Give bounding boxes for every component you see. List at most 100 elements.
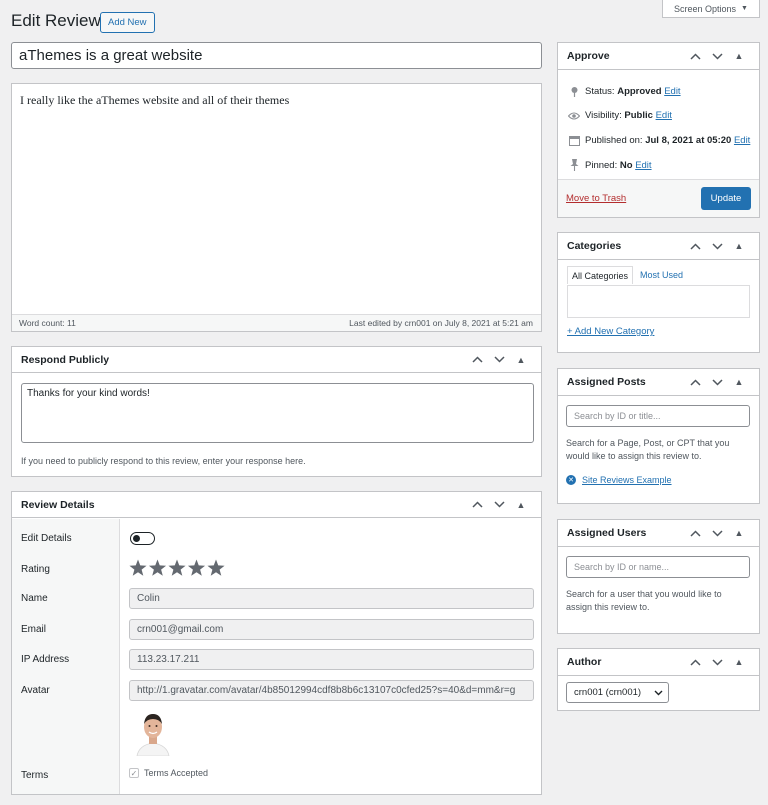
move-up-icon[interactable] bbox=[684, 529, 706, 537]
move-down-icon[interactable] bbox=[706, 378, 728, 386]
terms-checkbox[interactable]: ✓ Terms Accepted bbox=[129, 768, 208, 778]
approve-header: Approve ▲ bbox=[558, 43, 759, 70]
response-textarea[interactable]: Thanks for your kind words! bbox=[21, 383, 534, 443]
toggle-panel-icon[interactable]: ▲ bbox=[510, 500, 532, 510]
published-edit-link[interactable]: Edit bbox=[734, 135, 750, 146]
author-title: Author bbox=[567, 656, 602, 668]
details-title: Review Details bbox=[21, 498, 95, 511]
star-icon[interactable] bbox=[129, 559, 147, 576]
move-down-icon[interactable] bbox=[488, 356, 510, 363]
edit-details-toggle[interactable] bbox=[130, 532, 155, 545]
status-value: Approved bbox=[617, 86, 662, 97]
author-select[interactable]: crn001 (crn001) bbox=[566, 682, 669, 703]
users-header: Assigned Users ▲ bbox=[558, 520, 759, 547]
checkmark-icon: ✓ bbox=[129, 768, 139, 778]
author-box: Author ▲ crn001 (crn001) bbox=[557, 648, 760, 711]
respond-header: Respond Publicly ▲ bbox=[12, 347, 541, 373]
update-button[interactable]: Update bbox=[701, 187, 751, 210]
screen-options-button[interactable]: Screen Options ▼ bbox=[662, 0, 760, 18]
content-editor[interactable]: I really like the aThemes website and al… bbox=[11, 83, 542, 332]
move-up-icon[interactable] bbox=[684, 52, 706, 60]
move-up-icon[interactable] bbox=[684, 658, 706, 666]
posts-header: Assigned Posts ▲ bbox=[558, 369, 759, 396]
move-down-icon[interactable] bbox=[706, 529, 728, 537]
move-up-icon[interactable] bbox=[684, 378, 706, 386]
ip-field[interactable]: 113.23.17.211 bbox=[129, 649, 534, 670]
page-title: Edit Review bbox=[11, 11, 101, 30]
review-details-box: Review Details ▲ Edit Details Rating Nam… bbox=[11, 491, 542, 795]
published-value: Jul 8, 2021 at 05:20 bbox=[645, 135, 732, 146]
remove-circle-icon[interactable]: ✕ bbox=[566, 475, 576, 485]
status-row: Status: Approved Edit bbox=[567, 86, 681, 97]
site-reviews-example-link[interactable]: Site Reviews Example bbox=[582, 475, 672, 485]
categories-header: Categories ▲ bbox=[558, 233, 759, 260]
star-rating[interactable] bbox=[129, 559, 229, 577]
name-label: Name bbox=[21, 593, 48, 604]
move-up-icon[interactable] bbox=[684, 242, 706, 250]
screen-options-label: Screen Options bbox=[674, 3, 737, 14]
add-new-button[interactable]: Add New bbox=[100, 12, 155, 33]
star-icon[interactable] bbox=[187, 559, 206, 576]
visibility-label: Visibility: bbox=[585, 110, 622, 121]
respond-title: Respond Publicly bbox=[21, 353, 110, 366]
name-value: Colin bbox=[137, 593, 160, 604]
calendar-icon bbox=[567, 135, 581, 146]
avatar-label: Avatar bbox=[21, 685, 50, 696]
author-header: Author ▲ bbox=[558, 649, 759, 676]
chevron-down-icon bbox=[654, 690, 663, 695]
posts-search-input[interactable]: Search by ID or title... bbox=[566, 405, 750, 427]
star-icon[interactable] bbox=[168, 559, 186, 576]
users-search-input[interactable]: Search by ID or name... bbox=[566, 556, 750, 578]
tab-most-used[interactable]: Most Used bbox=[640, 270, 683, 280]
move-down-icon[interactable] bbox=[706, 658, 728, 666]
visibility-edit-link[interactable]: Edit bbox=[656, 110, 672, 121]
avatar-url-field[interactable]: http://1.gravatar.com/avatar/4b85012994c… bbox=[129, 680, 534, 701]
major-actions: Move to Trash Update bbox=[558, 179, 759, 217]
toggle-panel-icon[interactable]: ▲ bbox=[728, 241, 750, 251]
category-list bbox=[567, 285, 750, 318]
last-edited: Last edited by crn001 on July 8, 2021 at… bbox=[349, 318, 533, 328]
status-edit-link[interactable]: Edit bbox=[664, 86, 680, 97]
approve-title: Approve bbox=[567, 50, 610, 62]
users-title: Assigned Users bbox=[567, 527, 647, 539]
terms-value: Terms Accepted bbox=[144, 768, 209, 778]
star-icon[interactable] bbox=[148, 559, 167, 576]
toggle-panel-icon[interactable]: ▲ bbox=[728, 51, 750, 61]
move-up-icon[interactable] bbox=[466, 356, 488, 363]
move-down-icon[interactable] bbox=[488, 501, 510, 508]
author-selected: crn001 (crn001) bbox=[574, 687, 642, 698]
posts-help: Search for a Page, Post, or CPT that you… bbox=[566, 438, 730, 461]
toggle-panel-icon[interactable]: ▲ bbox=[728, 657, 750, 667]
email-label: Email bbox=[21, 624, 47, 635]
name-field[interactable]: Colin bbox=[129, 588, 534, 609]
assigned-post-item: ✕ Site Reviews Example bbox=[566, 475, 672, 485]
move-down-icon[interactable] bbox=[706, 242, 728, 250]
edit-details-label: Edit Details bbox=[21, 533, 72, 544]
toggle-panel-icon[interactable]: ▲ bbox=[728, 528, 750, 538]
respond-publicly-box: Respond Publicly ▲ Thanks for your kind … bbox=[11, 346, 542, 477]
move-up-icon[interactable] bbox=[466, 501, 488, 508]
email-field[interactable]: crn001@gmail.com bbox=[129, 619, 534, 640]
eye-icon bbox=[567, 111, 581, 120]
title-input[interactable]: aThemes is a great website bbox=[11, 42, 542, 69]
toggle-panel-icon[interactable]: ▲ bbox=[728, 377, 750, 387]
add-category-link[interactable]: + Add New Category bbox=[567, 326, 654, 337]
details-header: Review Details ▲ bbox=[12, 492, 541, 518]
assigned-posts-box: Assigned Posts ▲ Search by ID or title..… bbox=[557, 368, 760, 504]
assigned-users-box: Assigned Users ▲ Search by ID or name...… bbox=[557, 519, 760, 634]
pinned-edit-link[interactable]: Edit bbox=[635, 160, 651, 171]
tab-all-categories[interactable]: All Categories bbox=[567, 266, 634, 284]
avatar bbox=[132, 709, 174, 756]
categories-title: Categories bbox=[567, 240, 622, 252]
status-bar: Word count: 11 Last edited by crn001 on … bbox=[12, 314, 541, 331]
content-text: I really like the aThemes website and al… bbox=[20, 93, 290, 107]
move-down-icon[interactable] bbox=[706, 52, 728, 60]
terms-label: Terms bbox=[21, 770, 49, 781]
users-help: Search for a user that you would like to… bbox=[566, 589, 722, 612]
rating-label: Rating bbox=[21, 564, 50, 575]
avatar-url-value: http://1.gravatar.com/avatar/4b85012994c… bbox=[137, 685, 516, 696]
toggle-panel-icon[interactable]: ▲ bbox=[510, 355, 532, 365]
star-icon[interactable] bbox=[207, 559, 225, 576]
move-to-trash-link[interactable]: Move to Trash bbox=[566, 193, 626, 204]
visibility-row: Visibility: Public Edit bbox=[567, 110, 672, 121]
